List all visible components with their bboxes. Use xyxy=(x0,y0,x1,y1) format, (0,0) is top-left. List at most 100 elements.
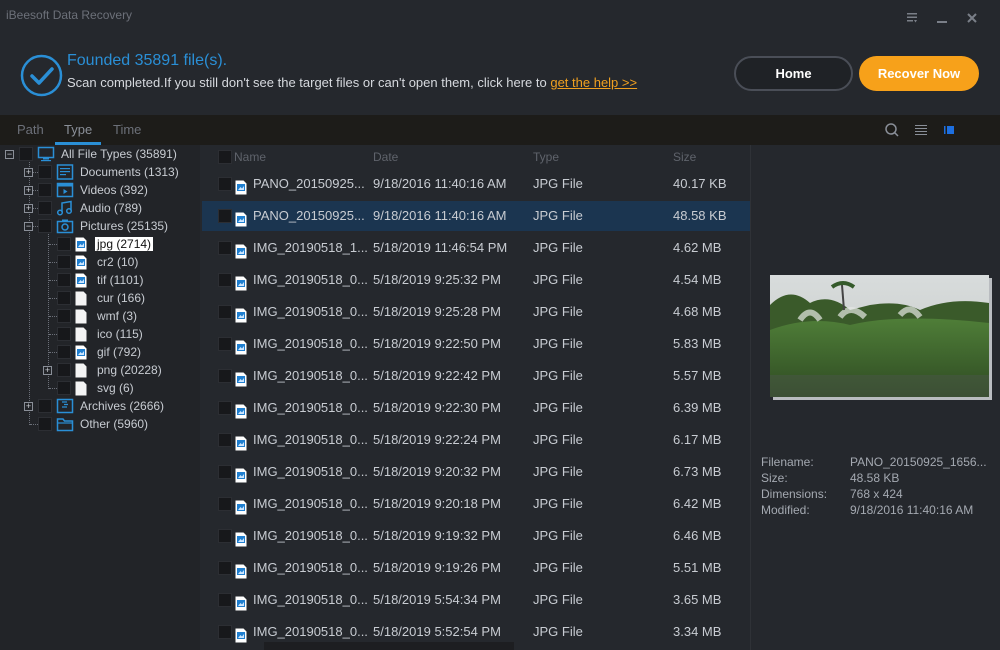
close-icon[interactable] xyxy=(964,10,980,26)
tree-item-other[interactable]: Other (5960) xyxy=(38,415,150,433)
row-checkbox[interactable] xyxy=(218,273,232,287)
file-row[interactable]: IMG_20190518_0... 5/18/2019 9:22:24 PM JPG… xyxy=(202,425,750,455)
checkbox[interactable] xyxy=(57,345,71,359)
file-row[interactable]: IMG_20190518_0... 5/18/2019 9:20:32 PM JPG… xyxy=(202,457,750,487)
meta-value: 9/18/2016 11:40:16 AM xyxy=(850,503,974,517)
file-name: IMG_20190518_0... xyxy=(253,464,368,479)
checkbox[interactable] xyxy=(57,255,71,269)
file-row[interactable]: IMG_20190518_0... 5/18/2019 9:25:28 PM JPG… xyxy=(202,297,750,327)
tree-item-png[interactable]: png (20228) xyxy=(57,361,164,379)
row-checkbox[interactable] xyxy=(218,241,232,255)
tree-item-ico[interactable]: ico (115) xyxy=(57,325,145,343)
row-checkbox[interactable] xyxy=(218,625,232,639)
column-header-date[interactable]: Date xyxy=(373,145,398,169)
tree-item-jpg[interactable]: jpg (2714) xyxy=(57,235,154,253)
checkbox[interactable] xyxy=(57,381,71,395)
expand-toggle[interactable]: + xyxy=(43,366,52,375)
tree-item-videos[interactable]: Videos (392) xyxy=(38,181,150,199)
row-checkbox[interactable] xyxy=(218,465,232,479)
file-row[interactable]: PANO_20150925... 9/18/2016 11:40:16 AM JPG… xyxy=(202,201,750,231)
file-row[interactable]: IMG_20190518_0... 5/18/2019 5:54:34 PM JPG… xyxy=(202,585,750,615)
file-row[interactable]: IMG_20190518_0... 5/18/2019 9:19:26 PM JPG… xyxy=(202,553,750,583)
file-row[interactable]: IMG_20190518_0... 5/18/2019 9:22:30 PM JPG… xyxy=(202,393,750,423)
row-checkbox[interactable] xyxy=(218,369,232,383)
file-row[interactable]: IMG_20190518_0... 5/18/2019 9:22:50 PM JPG… xyxy=(202,329,750,359)
file-size: 6.46 MB xyxy=(673,528,722,543)
column-header-name[interactable]: Name xyxy=(234,145,266,169)
checkbox[interactable] xyxy=(38,201,52,215)
checkbox[interactable] xyxy=(57,363,71,377)
recover-now-button[interactable]: Recover Now xyxy=(859,56,979,91)
checkbox[interactable] xyxy=(57,309,71,323)
collapse-toggle[interactable]: − xyxy=(5,150,14,159)
tree-item-wmf[interactable]: wmf (3) xyxy=(57,307,139,325)
search-icon[interactable] xyxy=(884,122,900,138)
row-checkbox[interactable] xyxy=(218,593,232,607)
tree-item-archives[interactable]: Archives (2666) xyxy=(38,397,166,415)
tab-path[interactable]: Path xyxy=(17,122,44,137)
tree-item-all-file-types[interactable]: All File Types (35891) xyxy=(19,145,179,163)
file-size: 4.68 MB xyxy=(673,304,722,319)
tree-item-cr2[interactable]: cr2 (10) xyxy=(57,253,140,271)
app-title: iBeesoft Data Recovery xyxy=(6,8,133,22)
tree-item-audio[interactable]: Audio (789) xyxy=(38,199,144,217)
select-all-checkbox[interactable] xyxy=(218,150,232,164)
expand-toggle[interactable]: + xyxy=(24,402,33,411)
thumbnail-view-icon[interactable] xyxy=(941,122,957,138)
row-checkbox[interactable] xyxy=(218,497,232,511)
checkbox[interactable] xyxy=(57,273,71,287)
column-header-size[interactable]: Size xyxy=(673,145,696,169)
image-file-icon xyxy=(235,176,247,195)
column-header-type[interactable]: Type xyxy=(533,145,559,169)
meta-label: Filename: xyxy=(761,455,814,469)
checkbox[interactable] xyxy=(38,165,52,179)
file-row[interactable]: PANO_20150925... 9/18/2016 11:40:16 AM JPG… xyxy=(202,169,750,199)
row-checkbox[interactable] xyxy=(218,209,232,223)
row-checkbox[interactable] xyxy=(218,305,232,319)
camera-icon xyxy=(56,219,74,234)
view-toolbar: Path Type Time xyxy=(0,115,1000,145)
checkbox[interactable] xyxy=(57,327,71,341)
get-help-link[interactable]: get the help >> xyxy=(550,75,637,90)
checkbox[interactable] xyxy=(38,417,52,431)
header: iBeesoft Data Recovery Founded 35891 fil… xyxy=(0,0,1000,115)
file-type: JPG File xyxy=(533,176,583,191)
file-list: Name Date Type Size PANO_20150925... 9/18… xyxy=(202,145,750,650)
expand-toggle[interactable]: + xyxy=(24,186,33,195)
tab-type[interactable]: Type xyxy=(64,122,92,137)
file-row[interactable]: IMG_20190518_0... 5/18/2019 9:25:32 PM JPG… xyxy=(202,265,750,295)
expand-toggle[interactable]: + xyxy=(24,204,33,213)
expand-toggle[interactable]: + xyxy=(24,168,33,177)
tree-item-tif[interactable]: tif (1101) xyxy=(57,271,145,289)
home-button[interactable]: Home xyxy=(734,56,853,91)
checkbox[interactable] xyxy=(57,291,71,305)
list-view-icon[interactable] xyxy=(913,122,929,138)
checkbox[interactable] xyxy=(38,183,52,197)
file-row[interactable]: IMG_20190518_0... 5/18/2019 9:20:18 PM JPG… xyxy=(202,489,750,519)
tree-item-svg[interactable]: svg (6) xyxy=(57,379,136,397)
row-checkbox[interactable] xyxy=(218,401,232,415)
horizontal-scrollbar[interactable] xyxy=(264,642,514,650)
checkbox[interactable] xyxy=(57,237,71,251)
checkbox[interactable] xyxy=(38,219,52,233)
tree-item-documents[interactable]: Documents (1313) xyxy=(38,163,181,181)
tree-item-gif[interactable]: gif (792) xyxy=(57,343,143,361)
row-checkbox[interactable] xyxy=(218,561,232,575)
tree-item-label: Other (5960) xyxy=(80,417,149,431)
tree-item-cur[interactable]: cur (166) xyxy=(57,289,147,307)
menu-icon[interactable] xyxy=(904,10,920,26)
collapse-toggle[interactable]: − xyxy=(24,222,33,231)
file-row[interactable]: IMG_20190518_1... 5/18/2019 11:46:54 PM JP… xyxy=(202,233,750,263)
row-checkbox[interactable] xyxy=(218,433,232,447)
file-row[interactable]: IMG_20190518_0... 5/18/2019 9:22:42 PM JPG… xyxy=(202,361,750,391)
row-checkbox[interactable] xyxy=(218,177,232,191)
row-checkbox[interactable] xyxy=(218,337,232,351)
tree-item-pictures[interactable]: Pictures (25135) xyxy=(38,217,170,235)
file-row[interactable]: IMG_20190518_0... 5/18/2019 9:19:32 PM JPG… xyxy=(202,521,750,551)
row-checkbox[interactable] xyxy=(218,529,232,543)
checkbox[interactable] xyxy=(19,147,33,161)
checkbox[interactable] xyxy=(38,399,52,413)
tab-time[interactable]: Time xyxy=(113,122,141,137)
file-date: 5/18/2019 9:25:28 PM xyxy=(373,304,501,319)
minimize-icon[interactable] xyxy=(934,10,950,26)
